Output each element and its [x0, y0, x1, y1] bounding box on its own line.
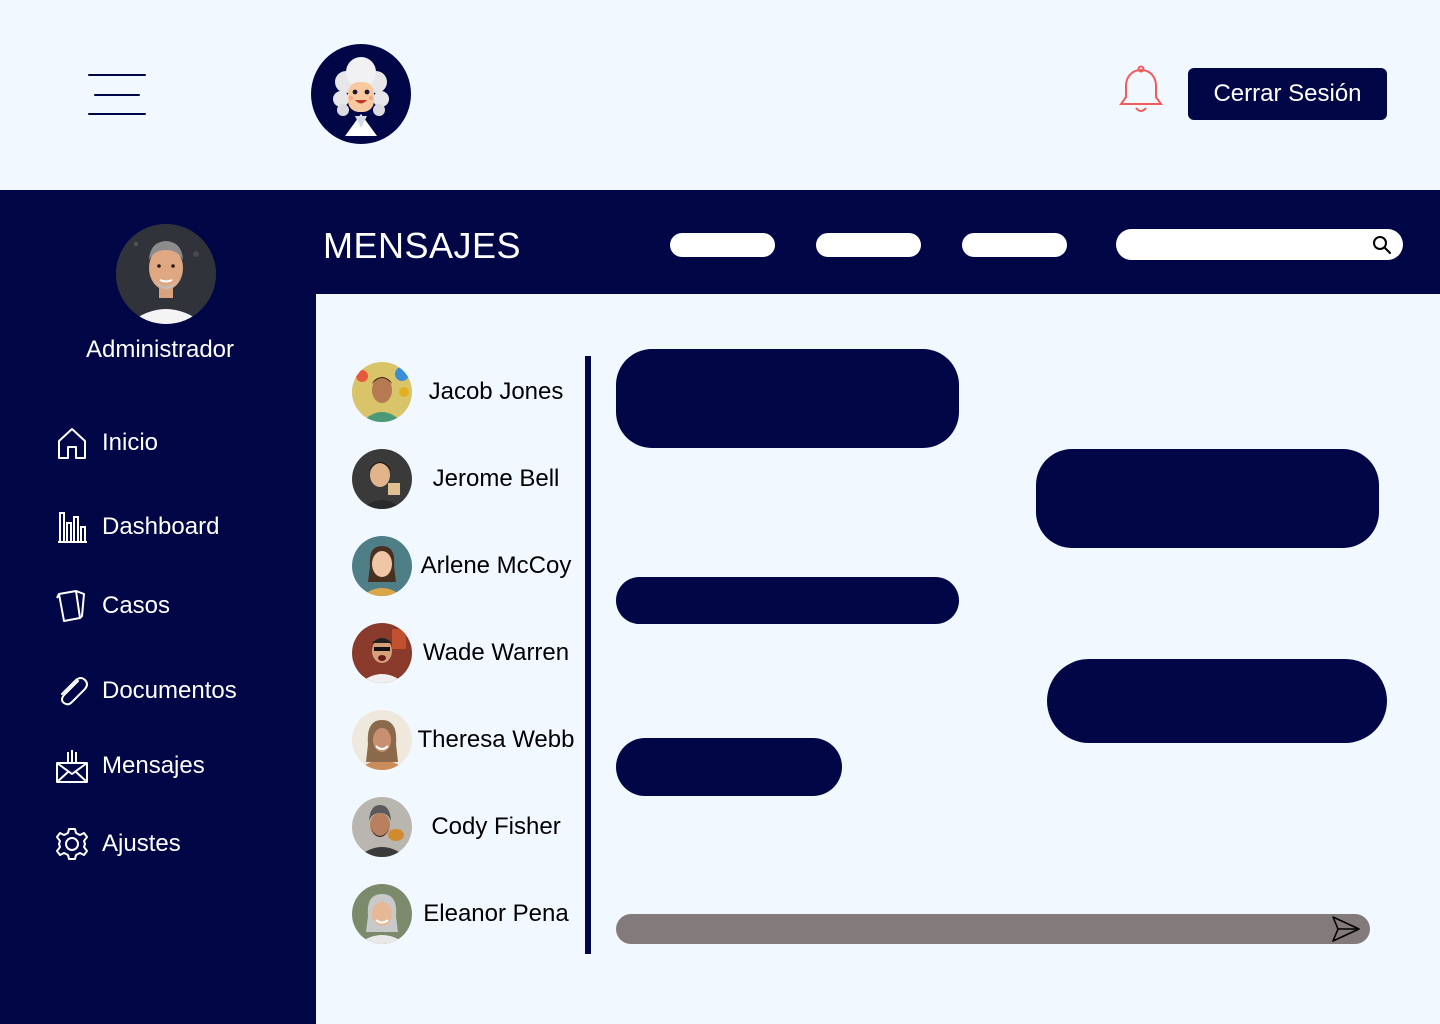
- contact-item[interactable]: Jerome Bell: [352, 449, 584, 509]
- sidebar-item-dashboard[interactable]: Dashboard: [52, 507, 292, 547]
- sidebar-item-inicio[interactable]: Inicio: [52, 423, 292, 463]
- contact-item[interactable]: Theresa Webb: [352, 710, 584, 770]
- search-icon[interactable]: [1371, 234, 1393, 256]
- contact-name: Wade Warren: [422, 639, 570, 666]
- sidebar-item-label: Casos: [102, 592, 171, 619]
- avatar: [352, 623, 412, 683]
- hamburger-menu-icon[interactable]: [88, 74, 146, 116]
- top-header: Cerrar Sesión: [0, 0, 1440, 190]
- avatar: [352, 536, 412, 596]
- bell-icon[interactable]: [1116, 64, 1166, 116]
- contact-item[interactable]: Cody Fisher: [352, 797, 584, 857]
- sidebar-item-ajustes[interactable]: Ajustes: [52, 824, 292, 864]
- envelope-icon: [52, 746, 92, 786]
- sidebar-item-documentos[interactable]: Documentos: [52, 671, 292, 711]
- logout-button[interactable]: Cerrar Sesión: [1188, 68, 1387, 120]
- contact-name: Theresa Webb: [417, 726, 575, 753]
- cards-icon: [52, 586, 92, 626]
- contact-name: Eleanor Pena: [423, 900, 569, 927]
- message-bubble-received[interactable]: [616, 349, 959, 448]
- contact-item[interactable]: Eleanor Pena: [352, 884, 584, 944]
- filter-tab-2[interactable]: [816, 233, 921, 257]
- contact-item[interactable]: Jacob Jones: [352, 362, 584, 422]
- contacts-divider: [585, 356, 591, 954]
- avatar: [352, 449, 412, 509]
- search-input[interactable]: [1130, 233, 1360, 256]
- send-icon[interactable]: [1330, 914, 1362, 944]
- contact-name: Jacob Jones: [428, 378, 564, 405]
- avatar: [352, 797, 412, 857]
- home-icon: [52, 423, 92, 463]
- contact-name: Jerome Bell: [432, 465, 560, 492]
- message-bubble-received[interactable]: [616, 577, 959, 624]
- search-bar: [1116, 229, 1403, 260]
- sidebar-item-mensajes[interactable]: Mensajes: [52, 746, 292, 786]
- contact-item[interactable]: Arlene McCoy: [352, 536, 584, 596]
- admin-name: Administrador: [85, 336, 235, 363]
- judge-wig-logo: [311, 44, 411, 144]
- avatar: [352, 710, 412, 770]
- filter-tab-3[interactable]: [962, 233, 1067, 257]
- contact-name: Arlene McCoy: [420, 552, 572, 579]
- sidebar-item-label: Dashboard: [102, 513, 220, 540]
- page-title: MENSAJES: [323, 225, 522, 266]
- paperclip-icon: [52, 671, 92, 711]
- message-composer: [616, 914, 1370, 944]
- sidebar-item-label: Inicio: [102, 429, 159, 456]
- sidebar-item-casos[interactable]: Casos: [52, 586, 292, 626]
- avatar[interactable]: [116, 224, 216, 324]
- message-bubble-received[interactable]: [616, 738, 842, 796]
- sidebar-item-label: Ajustes: [102, 830, 181, 857]
- contact-name: Cody Fisher: [431, 813, 561, 840]
- avatar: [352, 884, 412, 944]
- message-input[interactable]: [632, 917, 1322, 941]
- filter-tab-1[interactable]: [670, 233, 775, 257]
- message-bubble-sent[interactable]: [1047, 659, 1387, 743]
- avatar: [352, 362, 412, 422]
- contact-item[interactable]: Wade Warren: [352, 623, 584, 683]
- gear-icon: [52, 824, 92, 864]
- message-bubble-sent[interactable]: [1036, 449, 1379, 548]
- bar-chart-icon: [52, 507, 92, 547]
- sidebar-item-label: Documentos: [102, 677, 237, 704]
- sidebar-item-label: Mensajes: [102, 752, 205, 779]
